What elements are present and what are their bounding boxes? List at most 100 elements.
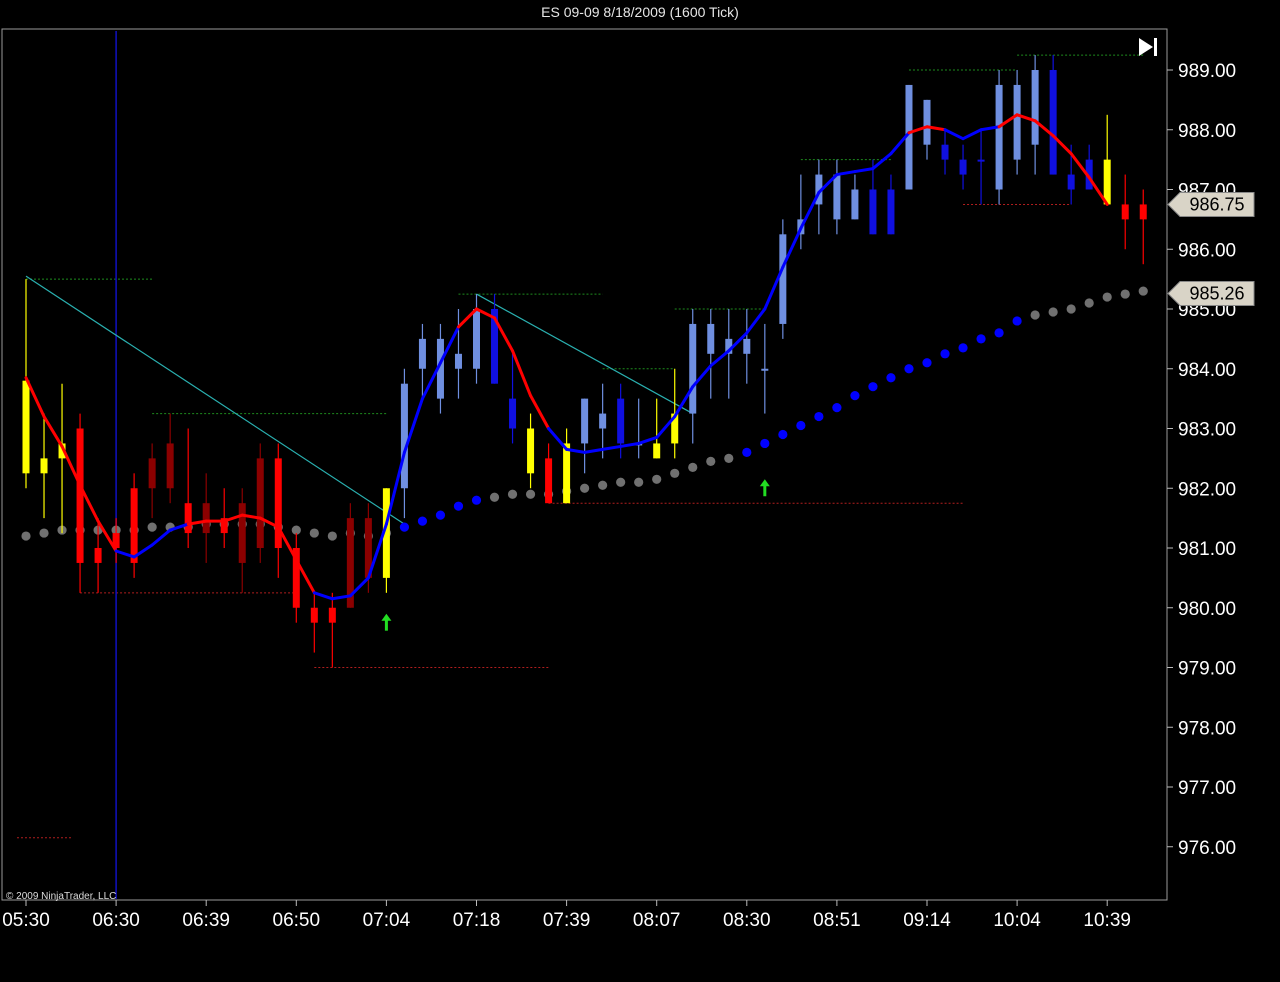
- candle-body: [256, 458, 264, 548]
- x-tick-label: 07:18: [453, 910, 501, 931]
- candle-body: [400, 383, 408, 489]
- trailing-stop-dot: [435, 510, 446, 520]
- arrow-stem: [763, 485, 767, 497]
- candle-body: [1031, 70, 1039, 145]
- trailing-stop-dot: [814, 411, 824, 422]
- candle-body: [941, 144, 949, 160]
- trailing-stop-dot: [489, 492, 500, 502]
- trailing-stop-dot: [850, 391, 860, 401]
- trailing-stop-dot: [147, 522, 157, 532]
- candle-body: [238, 503, 246, 563]
- candle-body: [418, 338, 426, 369]
- y-tick-label: 989.00: [1178, 61, 1236, 82]
- y-tick-label: 981.00: [1178, 539, 1236, 560]
- price-tag-label: 986.75: [1189, 194, 1244, 214]
- trailing-stop-dot: [598, 480, 608, 490]
- candle-body: [22, 380, 30, 474]
- candle-body: [581, 398, 589, 444]
- trailing-stop-dot: [580, 483, 590, 493]
- price-tag: 985.26: [1167, 280, 1255, 306]
- trailing-stop-dot: [652, 474, 662, 484]
- trailing-stop-dot: [706, 456, 716, 466]
- candle-body: [851, 189, 859, 220]
- candle-body: [76, 428, 84, 563]
- candle-body: [1121, 204, 1129, 220]
- price-tag: 986.75: [1167, 191, 1255, 217]
- trailing-stop-dot: [616, 477, 626, 487]
- candle-body: [166, 443, 174, 489]
- x-tick-label: 05:30: [2, 910, 50, 931]
- trailing-stop-dot: [417, 516, 428, 526]
- x-tick-label: 10:04: [993, 910, 1041, 931]
- trailing-stop-dot: [886, 373, 896, 383]
- candle-body: [743, 338, 751, 354]
- y-tick-label: 988.00: [1178, 121, 1236, 142]
- trailing-stop-dot: [309, 528, 319, 538]
- x-tick-label: 08:07: [633, 910, 681, 931]
- y-tick-label: 983.00: [1178, 420, 1236, 441]
- trailing-stop-dot: [760, 438, 770, 449]
- trailing-stop-dot: [1030, 310, 1040, 320]
- trailing-stop-dot: [922, 358, 932, 368]
- trailing-stop-dot: [670, 468, 680, 478]
- candle-body: [1103, 159, 1111, 205]
- trailing-stop-dot: [21, 531, 31, 541]
- y-tick-label: 979.00: [1178, 659, 1236, 680]
- candle-body: [707, 323, 715, 354]
- candle-body: [473, 309, 480, 369]
- trailing-stop-dot: [634, 477, 644, 487]
- candle-body: [1013, 84, 1021, 160]
- candle-body: [563, 443, 571, 504]
- y-tick-label: 977.00: [1178, 778, 1236, 799]
- y-tick-label: 978.00: [1178, 718, 1236, 739]
- trailing-stop-dot: [327, 531, 337, 541]
- trailing-stop-dot: [525, 489, 536, 499]
- candle-body: [148, 458, 156, 489]
- trailing-stop-dot: [1012, 316, 1022, 326]
- candle-body: [184, 503, 192, 534]
- candle-body: [977, 159, 985, 162]
- y-tick-label: 976.00: [1178, 838, 1236, 859]
- trailing-stop-dot: [832, 402, 842, 413]
- trailing-stop-dot: [778, 429, 788, 440]
- candle-body: [40, 458, 48, 474]
- x-tick-label: 06:50: [273, 910, 321, 931]
- candle-body: [653, 443, 661, 459]
- y-axis: 989.00988.00987.00986.00985.00984.00983.…: [1167, 61, 1236, 859]
- candle-body: [454, 353, 462, 369]
- candle-body: [509, 398, 517, 429]
- trailing-stop-dot: [399, 522, 410, 532]
- x-tick-label: 06:30: [92, 910, 140, 931]
- trailing-stop-dot: [1084, 298, 1094, 308]
- candle-body: [779, 234, 787, 324]
- x-tick-label: 06:39: [182, 910, 230, 931]
- y-tick-label: 980.00: [1178, 599, 1236, 620]
- x-tick-label: 10:39: [1083, 910, 1131, 931]
- trailing-stop-dot: [904, 364, 914, 374]
- x-tick-label: 08:30: [723, 910, 771, 931]
- trailing-stop-dot: [1066, 304, 1076, 314]
- trailing-stop-dot: [471, 495, 482, 505]
- trailing-stop-dot: [958, 343, 968, 353]
- trailing-stop-dot: [1120, 289, 1130, 299]
- trailing-stop-dot: [1048, 307, 1058, 317]
- x-tick-label: 07:39: [543, 910, 591, 931]
- price-tag-label: 985.26: [1189, 283, 1244, 303]
- candle-body: [1139, 204, 1147, 220]
- candle-body: [130, 488, 138, 563]
- candle-body: [545, 458, 553, 504]
- y-tick-label: 984.00: [1178, 360, 1236, 381]
- candle-body: [761, 368, 769, 371]
- trailing-stop-dot: [1102, 292, 1112, 302]
- y-tick-label: 982.00: [1178, 479, 1236, 500]
- candle-body: [527, 428, 535, 474]
- candle-body: [202, 503, 210, 534]
- candle-body: [94, 548, 102, 563]
- trailing-stop-dot: [1138, 286, 1148, 296]
- price-chart[interactable]: 989.00988.00987.00986.00985.00984.00983.…: [0, 0, 1280, 982]
- candle-body: [887, 189, 895, 235]
- candle-body: [310, 607, 318, 623]
- trailing-stop-dot: [796, 420, 806, 431]
- candle-body: [869, 189, 877, 235]
- trailing-stop-dot: [507, 489, 518, 499]
